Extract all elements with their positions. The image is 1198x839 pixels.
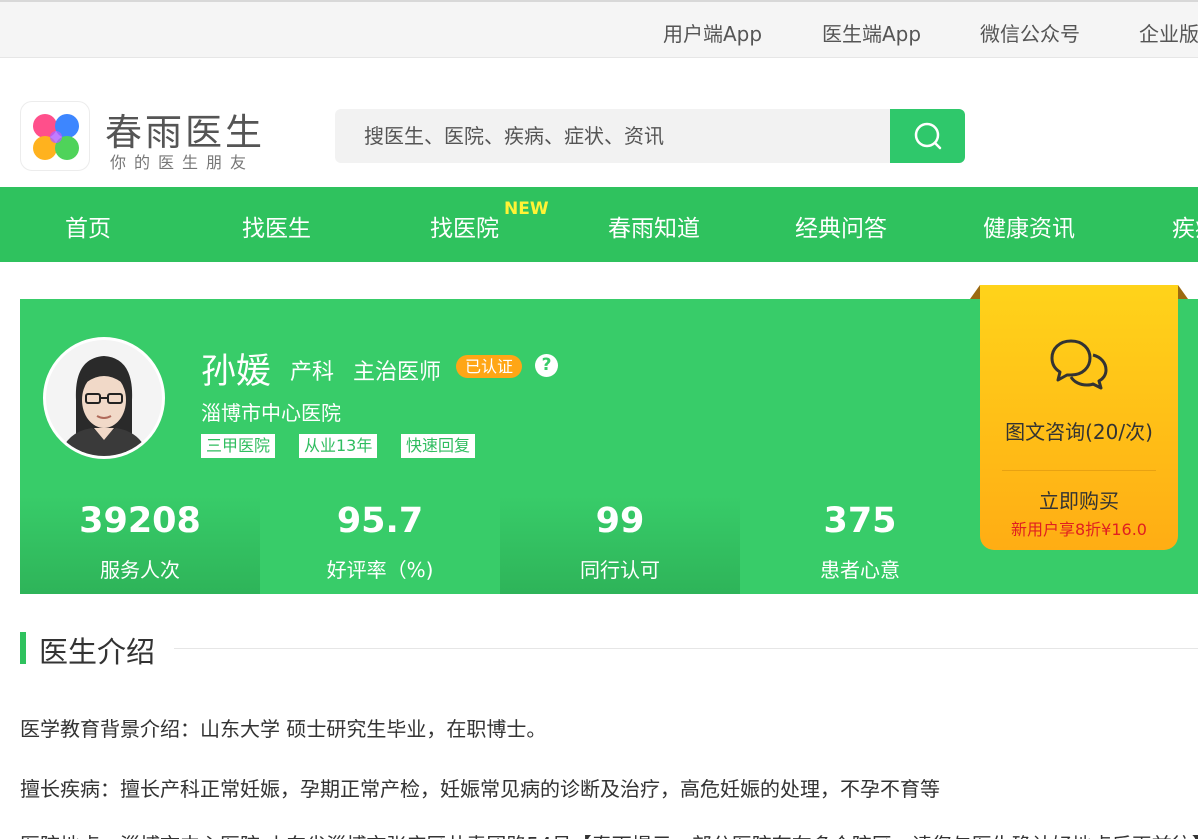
doctor-title: 主治医师 [353, 360, 442, 385]
nav-health-news[interactable]: 健康资讯 [983, 209, 1075, 243]
consult-title: 图文咨询(20/次) [1005, 420, 1153, 444]
section-accent-bar [20, 632, 26, 664]
nav-find-doctor[interactable]: 找医生 [242, 209, 311, 243]
nav-classic-qa[interactable]: 经典问答 [795, 209, 887, 243]
stat-rating: 95.7 好评率（%) [260, 496, 500, 594]
promo-text: 新用户享8折¥16.0 [1011, 520, 1147, 539]
ribbon-fold-right [1178, 285, 1188, 299]
stat-label: 服务人次 [100, 558, 180, 582]
logo-icon[interactable] [20, 101, 90, 171]
tag-fast-reply: 快速回复 [401, 434, 476, 458]
search-icon [914, 122, 942, 150]
main-nav: 首页 找医生 找医院 NEW 春雨知道 经典问答 健康资讯 疾病 [0, 187, 1198, 262]
top-link-doctor-app[interactable]: 医生端App [822, 18, 921, 47]
help-icon[interactable]: ? [535, 354, 558, 377]
nav-home[interactable]: 首页 [65, 209, 111, 243]
stat-value: 95.7 [336, 501, 424, 541]
stat-value: 39208 [79, 501, 201, 541]
tag-grade-a: 三甲医院 [201, 434, 276, 458]
stat-service-count: 39208 服务人次 [20, 496, 260, 594]
stat-value: 375 [823, 501, 897, 541]
specialty-row: 擅长疾病：擅长产科正常妊娠，孕期正常产检，妊娠常见病的诊断及治疗，高危妊娠的处理… [20, 773, 940, 802]
search-input[interactable] [335, 109, 891, 163]
section-divider [174, 648, 1198, 649]
search-bar [335, 109, 965, 163]
doctor-hospital[interactable]: 淄博市中心医院 [201, 397, 341, 426]
nav-disease[interactable]: 疾病 [1172, 209, 1198, 243]
top-link-enterprise[interactable]: 企业版 [1139, 18, 1198, 47]
doctor-department: 产科 [290, 360, 335, 385]
address-row: 医院地点：淄博市中心医院 山东省淄博市张店区共青团路54号【春雨提示：部分医院存… [20, 829, 1198, 839]
stat-label: 同行认可 [580, 558, 660, 582]
brand-slogan: 你的医生朋友 [110, 153, 255, 172]
verified-badge: 已认证 [456, 355, 523, 378]
brand-name: 春雨医生 [105, 111, 265, 154]
logo-petals [33, 114, 79, 160]
section-title: 医生介绍 [39, 635, 156, 669]
tag-experience: 从业13年 [299, 434, 378, 458]
doctor-avatar [43, 337, 165, 459]
education-value: 山东大学 硕士研究生毕业，在职博士。 [200, 717, 547, 741]
search-button[interactable] [890, 109, 965, 163]
top-link-user-app[interactable]: 用户端App [663, 18, 762, 47]
specialty-label: 擅长疾病： [20, 777, 120, 801]
specialty-value: 擅长产科正常妊娠，孕期正常产检，妊娠常见病的诊断及治疗，高危妊娠的处理，不孕不育… [120, 777, 940, 801]
top-bar: 用户端App 医生端App 微信公众号 企业版 [0, 0, 1198, 58]
ribbon-fold-left [970, 285, 980, 299]
nav-chunyu-know[interactable]: 春雨知道 [608, 209, 700, 243]
avatar-photo [46, 340, 162, 456]
top-link-wechat[interactable]: 微信公众号 [980, 18, 1080, 47]
stat-label: 好评率（%) [326, 558, 434, 582]
education-row: 医学教育背景介绍：山东大学 硕士研究生毕业，在职博士。 [20, 713, 546, 742]
stat-peer-recognition: 99 同行认可 [500, 496, 740, 594]
stat-patient-gifts: 375 患者心意 [740, 496, 980, 594]
doctor-name: 孙媛 [201, 352, 272, 392]
stat-value: 99 [595, 501, 645, 541]
text-consult-panel[interactable]: 图文咨询(20/次) 立即购买 新用户享8折¥16.0 [980, 285, 1178, 550]
buy-now-button[interactable]: 立即购买 [980, 485, 1178, 514]
consult-divider [1002, 470, 1156, 471]
education-label: 医学教育背景介绍： [20, 717, 200, 741]
nav-find-hospital[interactable]: 找医院 [430, 209, 499, 243]
stat-label: 患者心意 [820, 558, 900, 582]
chat-icon [1050, 339, 1108, 390]
new-badge: NEW [504, 199, 549, 219]
